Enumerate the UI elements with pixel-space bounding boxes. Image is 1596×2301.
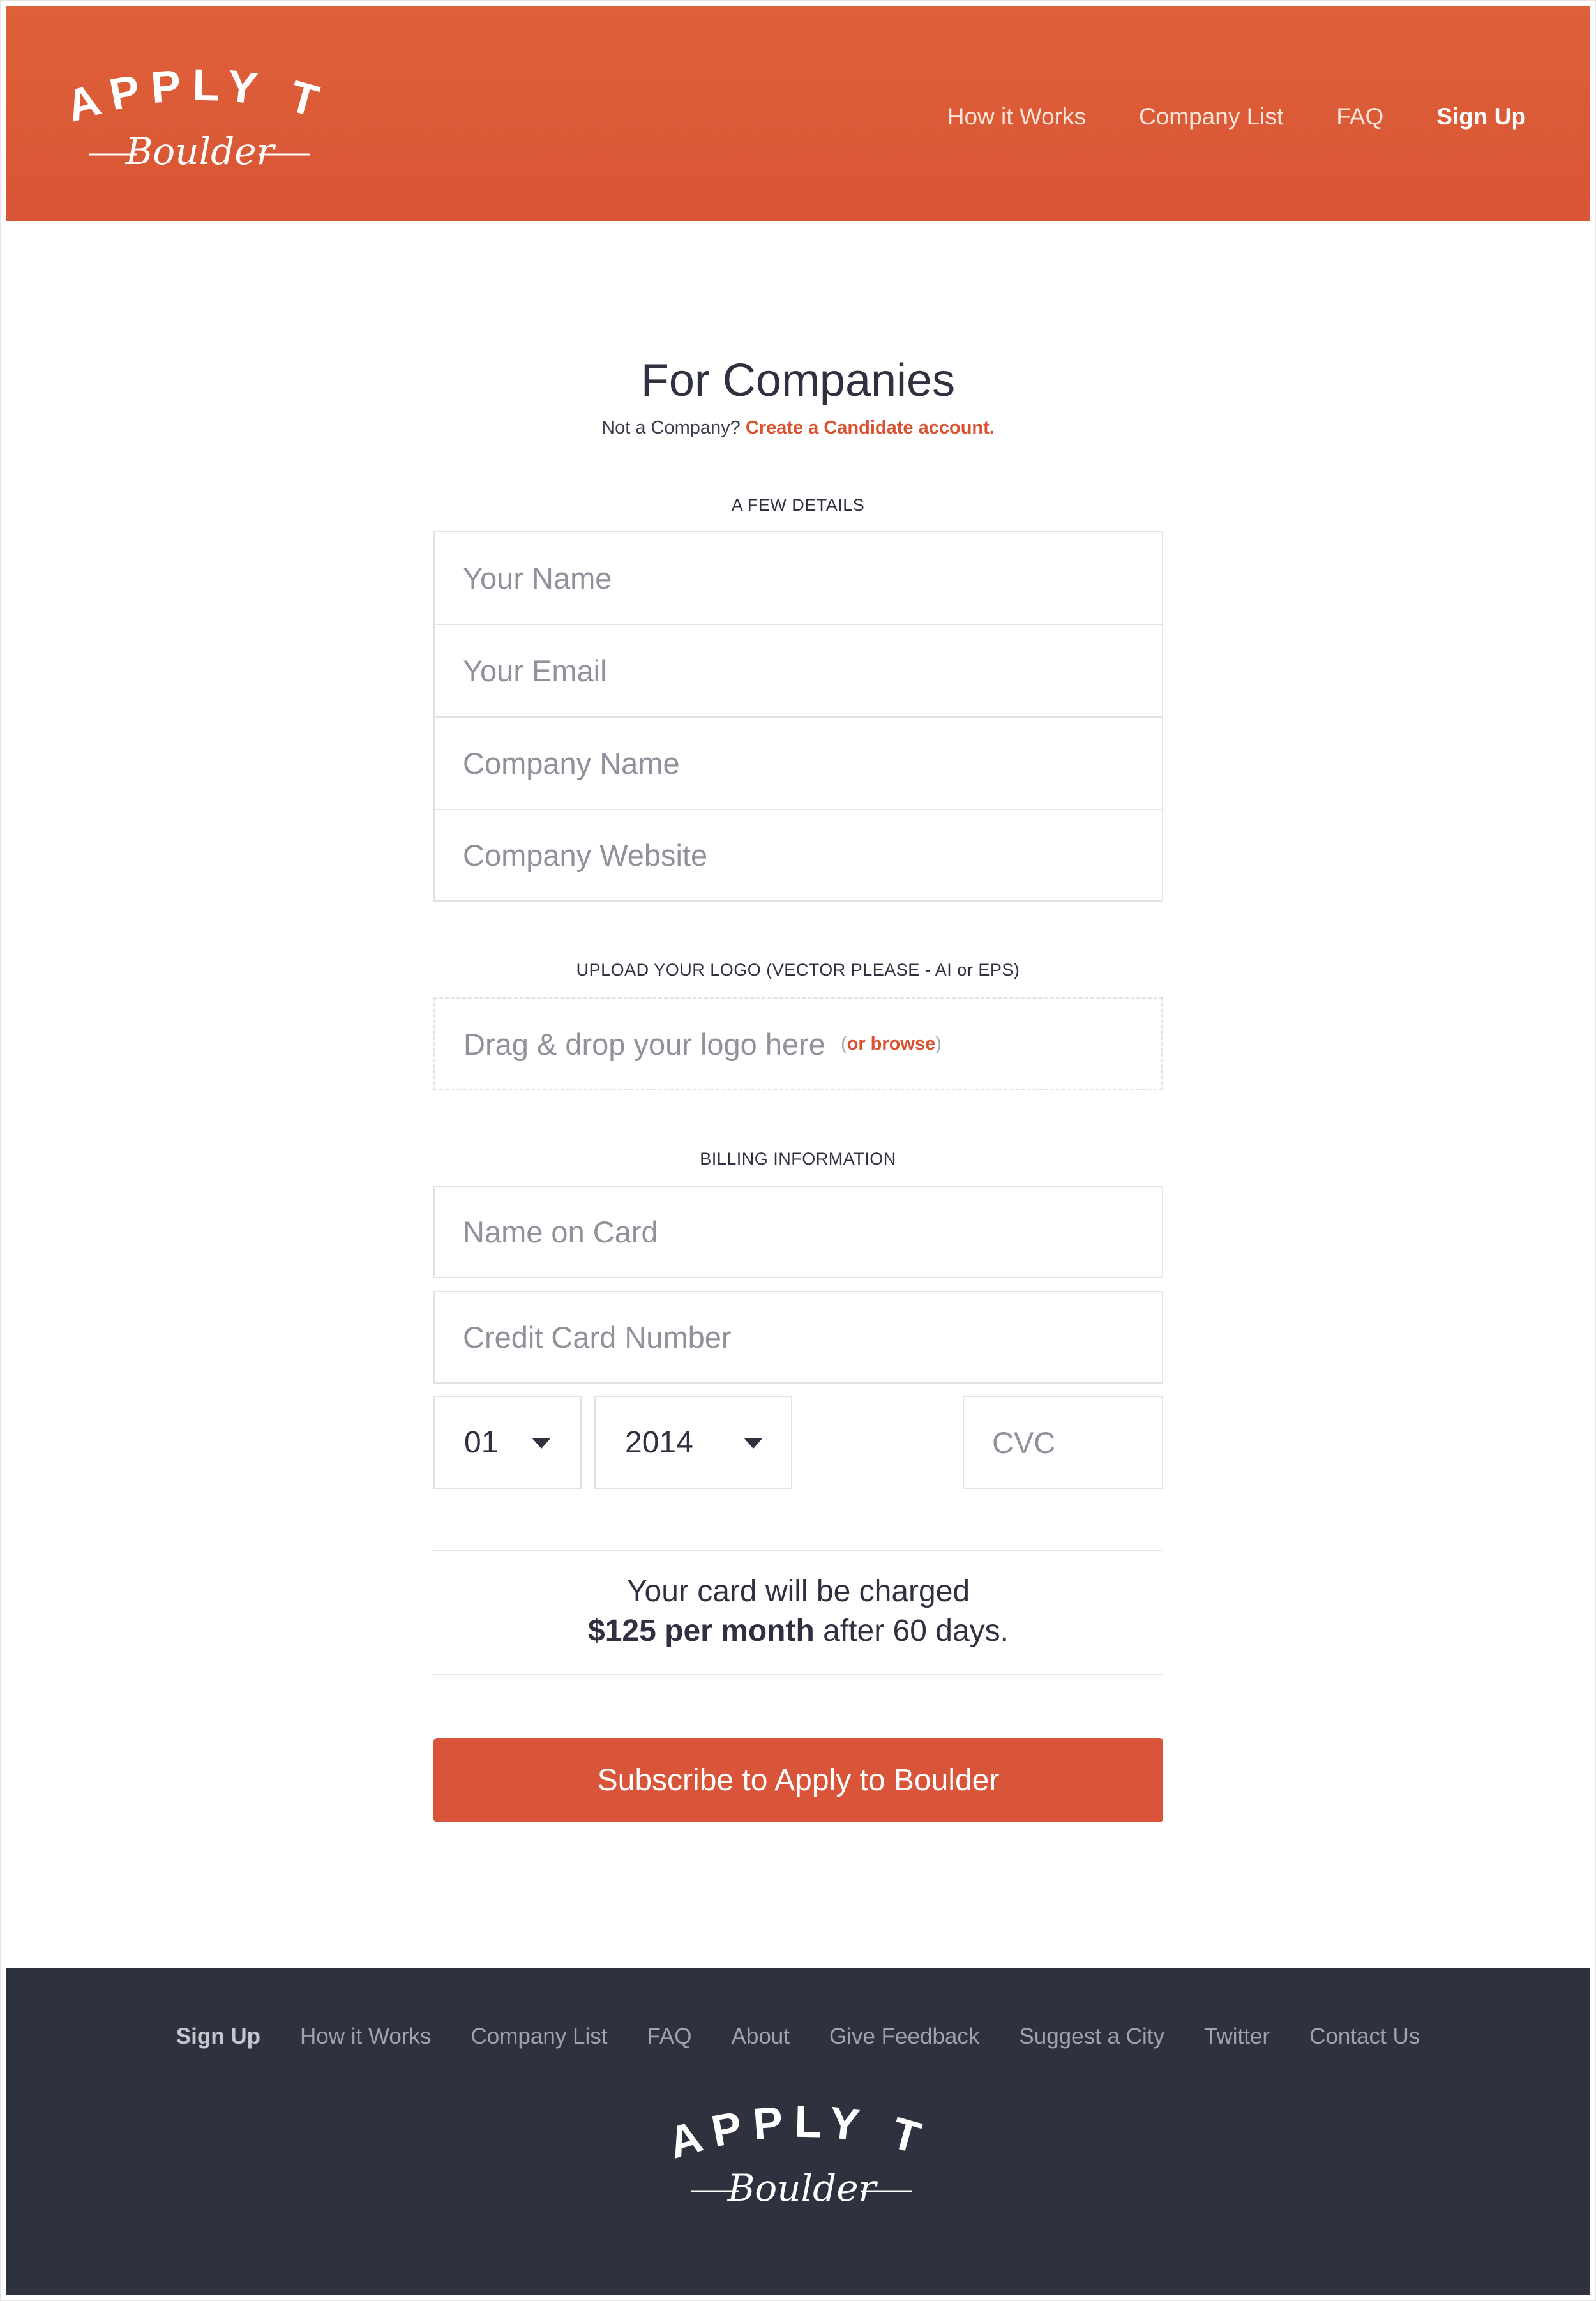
logo-section-label: UPLOAD YOUR LOGO (VECTOR PLEASE - AI or … (576, 960, 1020, 979)
header: APPLY TO Boulder How it Works Company Li… (6, 6, 1590, 221)
footer-logo-line2: Boulder (727, 2166, 878, 2210)
logo-dropzone[interactable]: Drag & drop your logo here (or browse) (433, 997, 1163, 1090)
chevron-down-icon (532, 1438, 551, 1449)
charge-line2: $125 per month after 60 days. (433, 1611, 1163, 1651)
details-section-label: A FEW DETAILS (731, 495, 865, 515)
footer-logo-line1: APPLY TO (669, 2102, 924, 2168)
expiry-year-value: 2014 (625, 1425, 693, 1460)
nav-sign-up[interactable]: Sign Up (1436, 103, 1526, 130)
footer: Sign Up How it Works Company List FAQ Ab… (6, 1968, 1590, 2295)
expiry-month-value: 01 (464, 1425, 499, 1460)
page-subtitle: Not a Company? Create a Candidate accoun… (0, 418, 1596, 439)
top-nav: How it Works Company List FAQ Sign Up (894, 103, 1526, 130)
name-on-card-input[interactable]: Name on Card (433, 1186, 1163, 1278)
site-logo[interactable]: APPLY TO Boulder (67, 65, 335, 174)
company-name-input[interactable]: Company Name (433, 716, 1163, 809)
svg-text:APPLY TO: APPLY TO (669, 2102, 935, 2168)
footer-nav: Sign Up How it Works Company List FAQ Ab… (6, 2024, 1590, 2049)
footer-about[interactable]: About (732, 2024, 790, 2049)
footer-suggest-city[interactable]: Suggest a City (1019, 2024, 1164, 2049)
subscribe-button[interactable]: Subscribe to Apply to Boulder (433, 1738, 1163, 1822)
logo-line2: Boulder (125, 130, 276, 173)
svg-text:APPLY TO: APPLY TO (67, 65, 333, 132)
divider (433, 1674, 1163, 1675)
footer-logo[interactable]: APPLY TO Boulder (669, 2102, 937, 2210)
footer-twitter[interactable]: Twitter (1204, 2024, 1270, 2049)
footer-give-feedback[interactable]: Give Feedback (829, 2024, 979, 2049)
your-name-input[interactable]: Your Name (433, 531, 1163, 624)
footer-how-it-works[interactable]: How it Works (300, 2024, 432, 2049)
nav-company-list[interactable]: Company List (1139, 103, 1283, 130)
cvc-input[interactable]: CVC (963, 1396, 1163, 1489)
charge-line1: Your card will be charged (626, 1574, 970, 1608)
dropzone-text: Drag & drop your logo here (463, 1027, 825, 1061)
expiry-month-select[interactable]: 01 (433, 1396, 582, 1489)
your-email-input[interactable]: Your Email (433, 624, 1163, 716)
footer-faq[interactable]: FAQ (647, 2024, 691, 2049)
logo-line1: APPLY TO (67, 65, 322, 132)
footer-company-list[interactable]: Company List (471, 2024, 608, 2049)
browse-wrapper: (or browse) (840, 1033, 942, 1054)
nav-how-it-works[interactable]: How it Works (947, 103, 1086, 130)
charge-suffix: after 60 days. (823, 1614, 1009, 1648)
candidate-account-link[interactable]: Create a Candidate account. (746, 418, 995, 438)
nav-faq[interactable]: FAQ (1336, 103, 1383, 130)
page-title: For Companies (640, 355, 956, 406)
divider (433, 1550, 1163, 1551)
credit-card-number-input[interactable]: Credit Card Number (433, 1291, 1163, 1384)
footer-sign-up[interactable]: Sign Up (176, 2024, 260, 2049)
footer-contact-us[interactable]: Contact Us (1309, 2024, 1420, 2049)
charge-notice: Your card will be charged $125 per month… (433, 1572, 1163, 1651)
company-website-input[interactable]: Company Website (433, 809, 1163, 902)
expiry-year-select[interactable]: 2014 (594, 1396, 792, 1489)
chevron-down-icon (744, 1438, 763, 1449)
billing-section-label: BILLING INFORMATION (700, 1149, 896, 1168)
browse-link[interactable]: or browse (847, 1034, 936, 1054)
charge-amount: $125 per month (588, 1614, 815, 1648)
subtitle-prefix: Not a Company? (601, 418, 741, 438)
